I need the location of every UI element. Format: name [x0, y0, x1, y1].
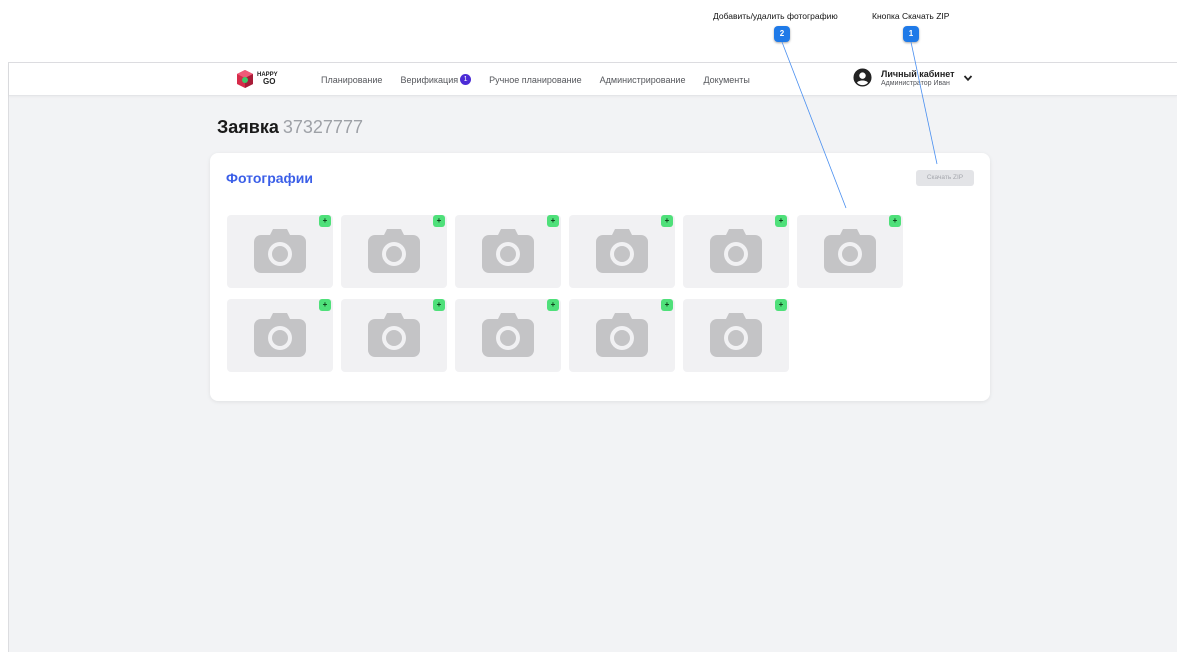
nav-item-manual-planning[interactable]: Ручное планирование: [489, 75, 582, 85]
add-photo-button[interactable]: +: [433, 299, 445, 311]
page-title-label: Заявка: [217, 117, 279, 137]
nav-item-label: Планирование: [321, 74, 383, 85]
download-zip-button[interactable]: Скачать ZIP: [916, 170, 974, 186]
nav-item-label: Ручное планирование: [489, 74, 582, 85]
callout-label-zip: Кнопка Скачать ZIP: [872, 11, 950, 21]
nav-item-administration[interactable]: Администрирование: [600, 75, 686, 85]
logo-text: HAPPY GO: [257, 72, 278, 86]
camera-placeholder-icon: [254, 313, 306, 357]
photo-tile[interactable]: +: [569, 299, 675, 372]
nav-item-documents[interactable]: Документы: [703, 75, 749, 85]
add-photo-button[interactable]: +: [889, 215, 901, 227]
photo-tile[interactable]: +: [227, 299, 333, 372]
photo-tile[interactable]: +: [341, 299, 447, 372]
add-photo-button[interactable]: +: [775, 215, 787, 227]
camera-placeholder-icon: [710, 229, 762, 273]
top-navbar: HAPPY GO Планирование Верификация 1 Ручно…: [9, 63, 1177, 96]
logo-cube-icon: [237, 70, 253, 88]
verification-count-badge: 1: [460, 74, 472, 85]
photos-card: Фотографии Скачать ZIP + + + + + + + + + + +: [210, 153, 990, 401]
photo-tile[interactable]: +: [797, 215, 903, 288]
camera-placeholder-icon: [482, 313, 534, 357]
photos-card-title: Фотографии: [226, 170, 314, 186]
camera-placeholder-icon: [824, 229, 876, 273]
nav-item-label: Администрирование: [599, 74, 686, 85]
account-subtitle: Администратор Иван: [881, 79, 950, 87]
screenshot-stage: Добавить/удалить фотографию 2 Кнопка Ска…: [0, 0, 1177, 652]
chevron-down-icon[interactable]: [963, 73, 973, 83]
account-text: Личный кабинет Администратор Иван: [881, 69, 955, 87]
callout-label-add-photo: Добавить/удалить фотографию: [713, 11, 838, 21]
photo-tile[interactable]: +: [455, 215, 561, 288]
photo-tile[interactable]: +: [683, 215, 789, 288]
nav-item-verification[interactable]: Верификация 1: [400, 74, 472, 85]
camera-placeholder-icon: [254, 229, 306, 273]
camera-placeholder-icon: [596, 229, 648, 273]
add-photo-button[interactable]: +: [661, 215, 673, 227]
main-nav: Планирование Верификация 1 Ручное планиро…: [321, 63, 750, 96]
camera-placeholder-icon: [710, 313, 762, 357]
account-menu[interactable]: Личный кабинет Администратор Иван: [853, 68, 973, 87]
cropped-slide-title: [360, 0, 368, 18]
photo-tile[interactable]: +: [455, 299, 561, 372]
add-photo-button[interactable]: +: [775, 299, 787, 311]
camera-placeholder-icon: [368, 313, 420, 357]
photo-tile[interactable]: +: [341, 215, 447, 288]
add-photo-button[interactable]: +: [661, 299, 673, 311]
logo-text-bottom: GO: [263, 77, 276, 86]
add-photo-button[interactable]: +: [433, 215, 445, 227]
callout-badge-add-photo: 2: [774, 26, 790, 42]
callout-badge-zip: 1: [903, 26, 919, 42]
photo-tile[interactable]: +: [227, 215, 333, 288]
add-photo-button[interactable]: +: [547, 215, 559, 227]
logo[interactable]: HAPPY GO: [235, 69, 278, 89]
nav-item-planning[interactable]: Планирование: [321, 75, 382, 85]
app-window: HAPPY GO Планирование Верификация 1 Ручно…: [8, 62, 1177, 652]
camera-placeholder-icon: [368, 229, 420, 273]
photo-tile[interactable]: +: [683, 299, 789, 372]
request-number: 37327777: [282, 117, 363, 137]
add-photo-button[interactable]: +: [319, 299, 331, 311]
camera-placeholder-icon: [482, 229, 534, 273]
add-photo-button[interactable]: +: [319, 215, 331, 227]
camera-placeholder-icon: [596, 313, 648, 357]
page-title: Заявка 37327777: [217, 117, 363, 138]
add-photo-button[interactable]: +: [547, 299, 559, 311]
nav-item-label: Верификация: [400, 74, 459, 85]
nav-item-label: Документы: [703, 74, 750, 85]
user-avatar-icon: [853, 68, 872, 87]
account-title: Личный кабинет: [881, 68, 955, 79]
photo-tile[interactable]: +: [569, 215, 675, 288]
